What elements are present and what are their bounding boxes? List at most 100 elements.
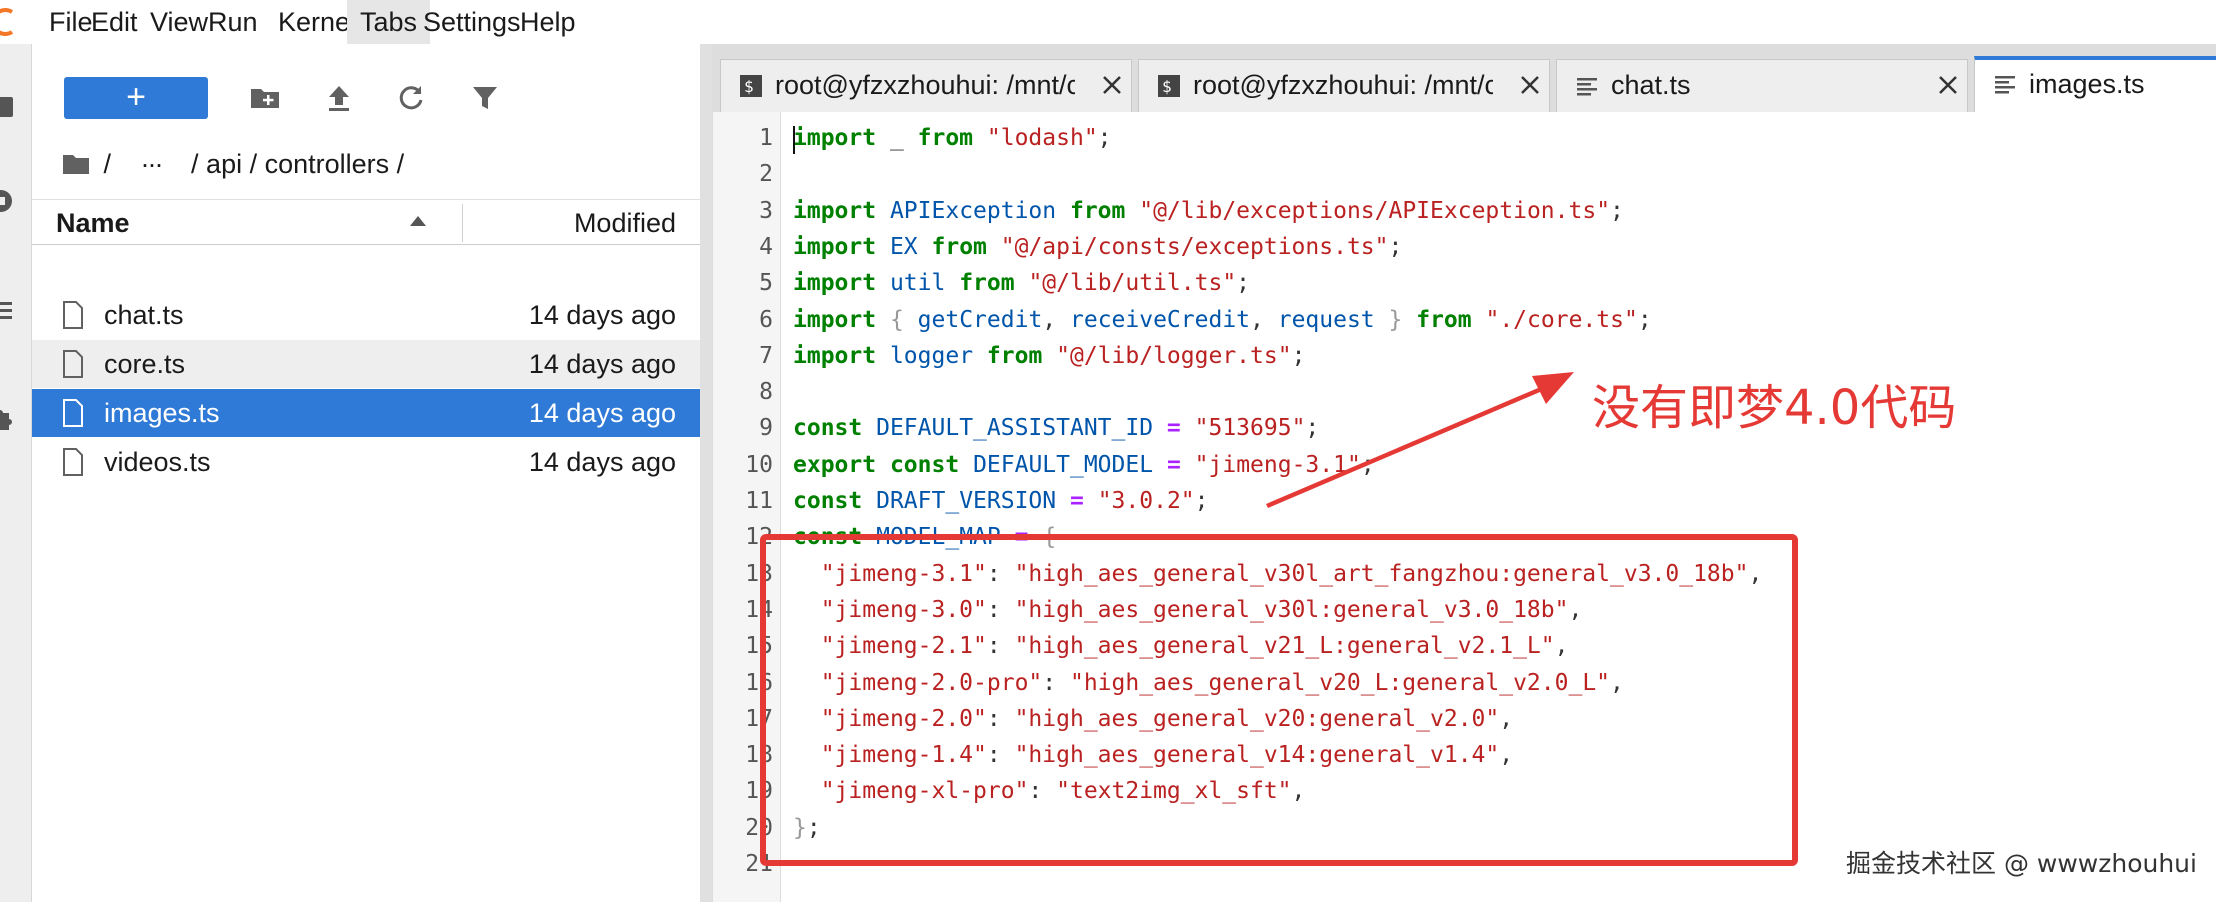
code-token: ; xyxy=(1305,415,1320,442)
code-line[interactable]: import APIException from "@/lib/exceptio… xyxy=(793,193,1624,229)
tab-images-ts[interactable]: images.ts xyxy=(1974,56,2216,113)
close-icon[interactable] xyxy=(1101,74,1123,96)
line-number: 1 xyxy=(759,125,773,151)
watermark-text: 掘金技术社区 @ wwwzhouhui xyxy=(1846,849,2197,878)
code-line[interactable]: import { getCredit, receiveCredit, reque… xyxy=(793,302,1652,338)
breadcrumb-path[interactable]: / api / controllers / xyxy=(191,144,404,184)
column-name-header[interactable]: Name xyxy=(56,200,130,246)
upload-icon[interactable] xyxy=(322,81,356,115)
code-line[interactable]: const DRAFT_VERSION = "3.0.2"; xyxy=(793,483,1209,519)
close-icon[interactable] xyxy=(1519,74,1541,96)
refresh-icon[interactable] xyxy=(394,81,428,115)
svg-text:$: $ xyxy=(744,77,754,96)
code-token: ; xyxy=(1637,306,1652,333)
sort-ascending-icon[interactable] xyxy=(410,216,426,226)
code-token: "513695" xyxy=(1194,415,1306,442)
column-modified-header[interactable]: Modified xyxy=(574,200,676,246)
file-row-images[interactable]: images.ts 14 days ago xyxy=(32,389,700,437)
activity-bar xyxy=(0,44,32,902)
file-row-videos[interactable]: videos.ts 14 days ago xyxy=(32,438,700,486)
new-launcher-button[interactable]: + xyxy=(64,77,208,119)
file-modified: 14 days ago xyxy=(528,300,676,330)
code-token: "lodash" xyxy=(986,125,1098,151)
code-token: getCredit xyxy=(917,306,1043,333)
breadcrumb-ellipsis[interactable]: ··· xyxy=(141,144,164,184)
filter-icon[interactable] xyxy=(468,81,502,115)
tab-terminal-1[interactable]: $ root@yfzxzhouhui: /mnt/c xyxy=(720,59,1132,112)
file-row-core[interactable]: core.ts 14 days ago xyxy=(32,340,700,388)
code-token: from xyxy=(986,342,1043,369)
column-divider[interactable] xyxy=(462,204,463,242)
svg-text:$: $ xyxy=(1162,77,1172,96)
jupyter-logo-icon xyxy=(0,8,14,36)
file-modified: 14 days ago xyxy=(528,398,676,428)
file-list-header: Name Modified xyxy=(32,199,700,245)
code-token: util xyxy=(889,270,946,297)
code-line[interactable]: import _ from "lodash"; xyxy=(793,120,1112,156)
code-token: ; xyxy=(1388,233,1403,260)
code-token: "./core.ts" xyxy=(1485,306,1638,333)
folder-icon[interactable] xyxy=(0,94,14,120)
text-file-icon xyxy=(1995,76,2015,94)
file-name: videos.ts xyxy=(104,447,211,477)
code-token: "@/lib/exceptions/APIException.ts" xyxy=(1139,197,1611,224)
file-name: chat.ts xyxy=(104,300,184,330)
file-row-chat[interactable]: chat.ts 14 days ago xyxy=(32,291,700,339)
code-token: _ xyxy=(876,125,918,151)
file-modified: 14 days ago xyxy=(528,349,676,379)
home-folder-icon[interactable] xyxy=(62,152,90,176)
file-name: images.ts xyxy=(104,398,220,428)
text-file-icon xyxy=(1577,78,1597,96)
line-number: 9 xyxy=(759,415,773,442)
menu-help[interactable]: Help xyxy=(507,0,589,44)
tab-terminal-2[interactable]: $ root@yfzxzhouhui: /mnt/c xyxy=(1138,59,1550,112)
code-token: { xyxy=(889,306,904,333)
menu-run[interactable]: Run xyxy=(195,0,271,44)
running-sessions-icon[interactable] xyxy=(0,188,14,214)
code-token: import xyxy=(793,197,877,224)
file-icon xyxy=(63,350,83,378)
terminal-icon: $ xyxy=(740,75,762,97)
code-token: = xyxy=(1166,451,1181,478)
line-number: 4 xyxy=(759,233,773,260)
code-token: ; xyxy=(1291,342,1306,369)
file-icon xyxy=(63,399,83,427)
close-icon[interactable] xyxy=(1937,74,1959,96)
code-line[interactable]: import EX from "@/api/consts/exceptions.… xyxy=(793,229,1402,265)
line-number: 5 xyxy=(759,270,773,297)
extension-icon[interactable] xyxy=(0,406,14,432)
code-line[interactable]: export const DEFAULT_MODEL = "jimeng-3.1… xyxy=(793,447,1375,483)
new-folder-icon[interactable] xyxy=(248,81,282,115)
tab-bar: $ root@yfzxzhouhui: /mnt/c $ root@yfzxzh… xyxy=(712,44,2216,113)
code-token: ; xyxy=(1610,197,1624,224)
file-icon xyxy=(63,301,83,329)
code-token: import xyxy=(793,306,877,333)
code-token: "jimeng-3.1" xyxy=(1194,451,1361,478)
code-line[interactable]: const DEFAULT_ASSISTANT_ID = "513695"; xyxy=(793,410,1319,446)
panel-splitter[interactable] xyxy=(700,44,712,902)
code-token: const xyxy=(793,415,863,442)
code-line[interactable]: import logger from "@/lib/logger.ts"; xyxy=(793,338,1305,374)
code-line[interactable]: import util from "@/lib/util.ts"; xyxy=(793,265,1250,301)
table-of-contents-icon[interactable] xyxy=(0,298,14,324)
code-token: ; xyxy=(1236,270,1251,297)
file-name: core.ts xyxy=(104,349,186,379)
code-token: DRAFT_VERSION xyxy=(876,488,1057,514)
code-token: from xyxy=(1416,306,1472,333)
tab-chat-ts[interactable]: chat.ts xyxy=(1556,59,1968,112)
